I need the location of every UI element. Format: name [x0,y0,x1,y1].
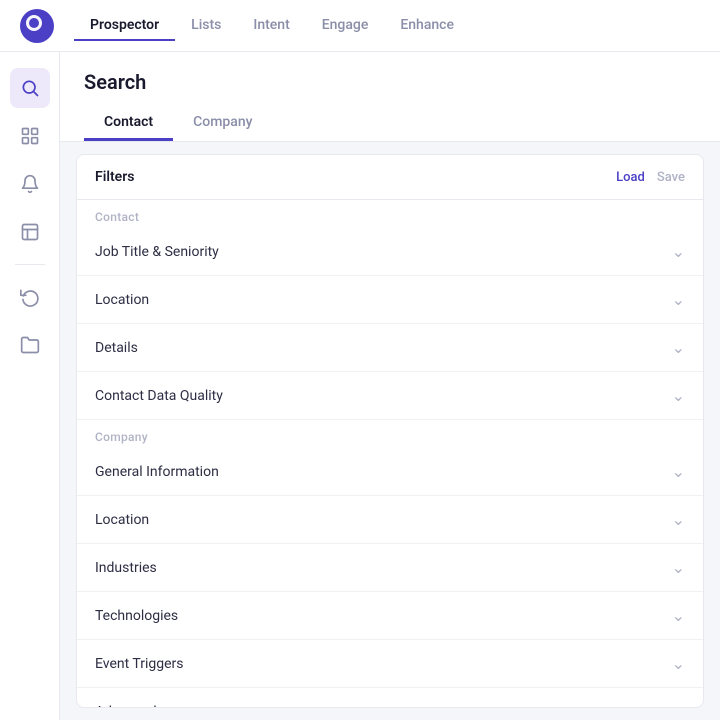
sidebar-item-analytics[interactable] [10,212,50,252]
filter-contact-data-quality[interactable]: Contact Data Quality ⌄ [77,372,703,420]
filter-job-title-label: Job Title & Seniority [95,244,219,260]
chevron-down-icon: ⌄ [672,290,685,309]
nav-enhance[interactable]: Enhance [384,11,470,41]
sidebar [0,52,60,720]
sidebar-item-search[interactable] [10,68,50,108]
filter-general-information-label: General Information [95,464,219,480]
filter-industries-label: Industries [95,560,157,576]
filter-industries[interactable]: Industries ⌄ [77,544,703,592]
contact-section-header: Contact [77,200,703,228]
sidebar-item-folder[interactable] [10,325,50,365]
filter-technologies-label: Technologies [95,608,178,624]
filter-company-location-label: Location [95,512,149,528]
filter-technologies[interactable]: Technologies ⌄ [77,592,703,640]
filter-company-location[interactable]: Location ⌄ [77,496,703,544]
page-title: Search [84,70,696,94]
filters-header: Filters Load Save [77,155,703,200]
save-button[interactable]: Save [657,170,685,185]
top-nav: Prospector Lists Intent Engage Enhance [0,0,720,52]
filter-event-triggers-label: Event Triggers [95,656,184,672]
chevron-down-icon: ⌄ [672,654,685,673]
filters-label: Filters [95,169,134,185]
chevron-down-icon: ⌄ [672,606,685,625]
chevron-down-icon: ⌄ [672,702,685,708]
chevron-down-icon: ⌄ [672,462,685,481]
main-layout: Search Contact Company Filters Load Save… [0,52,720,720]
filter-contact-location-label: Location [95,292,149,308]
filter-details[interactable]: Details ⌄ [77,324,703,372]
filters-actions: Load Save [616,170,685,185]
sidebar-item-contacts[interactable] [10,116,50,156]
company-section-header: Company [77,420,703,448]
main-content: Search Contact Company Filters Load Save… [60,52,720,720]
nav-lists[interactable]: Lists [175,11,237,41]
chevron-down-icon: ⌄ [672,338,685,357]
filter-general-information[interactable]: General Information ⌄ [77,448,703,496]
filter-advanced[interactable]: Advanced ⌄ [77,688,703,708]
sidebar-item-notifications[interactable] [10,164,50,204]
chevron-down-icon: ⌄ [672,558,685,577]
chevron-down-icon: ⌄ [672,242,685,261]
nav-intent[interactable]: Intent [237,11,305,41]
filter-event-triggers[interactable]: Event Triggers ⌄ [77,640,703,688]
sidebar-divider [15,264,45,265]
nav-prospector[interactable]: Prospector [74,11,175,41]
tab-bar: Contact Company [84,106,696,141]
filters-panel: Filters Load Save Contact Job Title & Se… [76,154,704,708]
filter-details-label: Details [95,340,138,356]
filter-contact-data-quality-label: Contact Data Quality [95,388,223,404]
filter-advanced-label: Advanced [95,704,157,709]
sidebar-item-history[interactable] [10,277,50,317]
chevron-down-icon: ⌄ [672,386,685,405]
load-button[interactable]: Load [616,170,645,185]
app-logo[interactable] [20,9,54,43]
tab-contact[interactable]: Contact [84,106,173,141]
chevron-down-icon: ⌄ [672,510,685,529]
nav-items: Prospector Lists Intent Engage Enhance [74,11,470,41]
filter-job-title[interactable]: Job Title & Seniority ⌄ [77,228,703,276]
nav-engage[interactable]: Engage [306,11,385,41]
filter-contact-location[interactable]: Location ⌄ [77,276,703,324]
page-header: Search Contact Company [60,52,720,142]
tab-company[interactable]: Company [173,106,272,141]
